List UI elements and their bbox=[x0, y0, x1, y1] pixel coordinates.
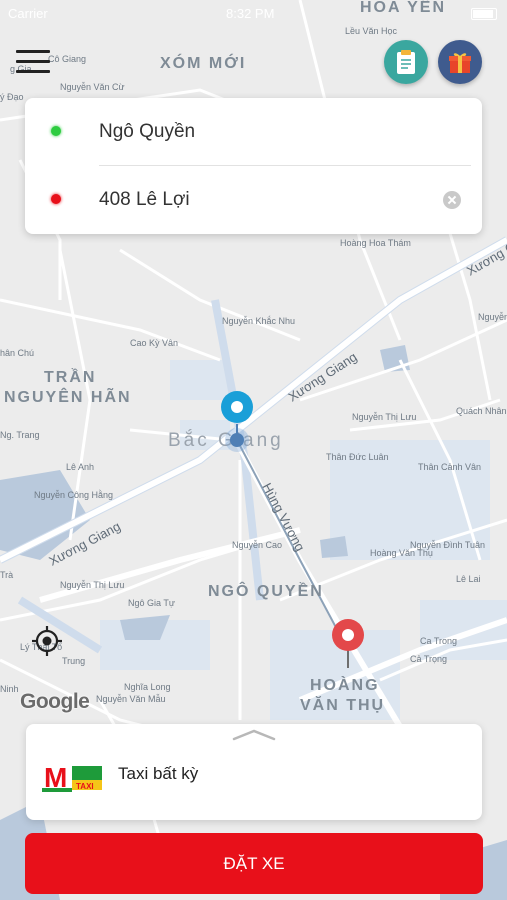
street-label: Ngô Gia Tự bbox=[128, 598, 175, 608]
street-label: Nguyễn Khắc Nhu bbox=[222, 316, 295, 326]
street-label: Nguyễn Tú bbox=[478, 312, 507, 322]
street-label: Ng. Trang bbox=[0, 430, 40, 440]
map-label-van-thu: VĂN THỤ bbox=[300, 695, 385, 714]
gift-icon bbox=[449, 53, 471, 73]
gifts-button[interactable] bbox=[438, 40, 482, 84]
dropoff-dot-icon bbox=[51, 194, 61, 204]
clear-dropoff-icon[interactable] bbox=[443, 191, 461, 209]
status-bar: Carrier 8:32 PM bbox=[0, 0, 507, 26]
status-time: 8:32 PM bbox=[226, 6, 275, 21]
street-label: Lê Lai bbox=[456, 574, 481, 584]
street-label: Nguyễn Văn Mẫu bbox=[96, 694, 166, 704]
book-ride-button[interactable]: ĐẶT XE bbox=[25, 833, 483, 894]
status-carrier: Carrier bbox=[8, 6, 48, 21]
street-label: Trà bbox=[0, 570, 13, 580]
street-label: hân Chú bbox=[0, 348, 34, 358]
street-label: Trung bbox=[62, 656, 85, 666]
vehicle-type-label: Taxi bất kỳ bbox=[118, 764, 199, 783]
map-label-nguyen-han: NGUYÊN HÃN bbox=[4, 386, 132, 406]
crosshair-icon bbox=[32, 626, 62, 656]
dropoff-address[interactable]: 408 Lê Lợi bbox=[99, 189, 190, 211]
map-label-ngo-quyen: NGÔ QUYỀN bbox=[208, 581, 324, 600]
hamburger-menu-icon[interactable] bbox=[16, 48, 52, 76]
street-label: Nguyễn Công Hằng bbox=[34, 490, 113, 500]
route-card: Ngô Quyền 408 Lê Lợi bbox=[25, 98, 482, 234]
street-label: Cả Trọng bbox=[410, 654, 447, 664]
google-attribution: Google bbox=[20, 690, 90, 713]
street-label: Nguyễn Thị Lưu bbox=[352, 412, 416, 422]
street-label: Nguyễn Đình Tuân bbox=[410, 540, 485, 550]
app-screen: XÓM MỚI HOA YÊN TRẦN NGUYÊN HÃN NGÔ QUYỀ… bbox=[0, 0, 507, 900]
clipboard-icon bbox=[397, 50, 415, 74]
taxi-logo-letter: M bbox=[44, 762, 67, 792]
map-label-xom-moi: XÓM MỚI bbox=[160, 53, 246, 72]
street-label: Ninh bbox=[0, 684, 19, 694]
street-label: Quách Nhân bbox=[456, 406, 507, 416]
map-label-tran: TRẦN bbox=[44, 367, 96, 386]
dropoff-row[interactable]: 408 Lê Lợi bbox=[25, 166, 482, 232]
pickup-dot-icon bbox=[51, 126, 61, 136]
street-label: Nguyễn Văn Cừ bbox=[60, 82, 125, 92]
street-label: Thân Cảnh Vân bbox=[418, 462, 481, 472]
pickup-address[interactable]: Ngô Quyền bbox=[99, 121, 195, 143]
street-label: Lê Anh bbox=[66, 462, 94, 472]
battery-icon bbox=[471, 8, 497, 20]
vehicle-selector[interactable]: M TAXI Taxi bất kỳ bbox=[26, 724, 482, 820]
street-label: Nguyễn Thị Lưu bbox=[60, 580, 124, 590]
pickup-row[interactable]: Ngô Quyền bbox=[25, 98, 482, 164]
street-label: Nguyễn Cao bbox=[232, 540, 282, 550]
chevron-up-icon[interactable] bbox=[232, 728, 276, 742]
taxi-logo: M TAXI bbox=[42, 762, 106, 792]
taxi-logo-text: TAXI bbox=[76, 782, 94, 791]
map-label-hoang: HOÀNG bbox=[310, 675, 380, 694]
street-label: Cô Giang bbox=[48, 54, 86, 64]
street-label: Thân Đức Luân bbox=[326, 452, 389, 462]
street-label: Ca Trong bbox=[420, 636, 457, 646]
street-label: Lều Văn Học bbox=[345, 26, 398, 36]
street-label: Cao Kỳ Vân bbox=[130, 338, 178, 348]
street-label: ý Đạo bbox=[0, 92, 24, 102]
street-label: Hoàng Hoa Thám bbox=[340, 238, 411, 248]
street-label: Nghĩa Long bbox=[124, 682, 171, 692]
orders-button[interactable] bbox=[384, 40, 428, 84]
my-location-button[interactable] bbox=[30, 624, 64, 658]
